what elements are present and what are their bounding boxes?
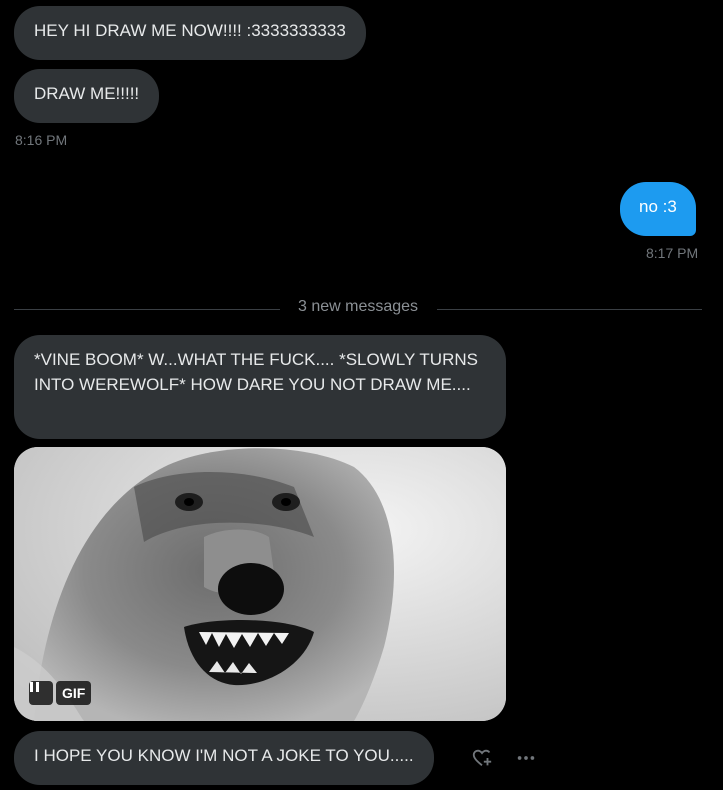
divider-line-right — [437, 309, 702, 310]
gif-media[interactable]: GIF — [14, 447, 506, 721]
incoming-message[interactable]: HEY HI DRAW ME NOW!!!! :3333333333 — [14, 6, 366, 60]
gif-controls: GIF — [29, 681, 92, 705]
heart-plus-icon[interactable] — [468, 744, 496, 772]
incoming-message[interactable]: I HOPE YOU KNOW I'M NOT A JOKE TO YOU...… — [14, 731, 434, 785]
outgoing-message[interactable]: no :3 — [620, 182, 696, 236]
message-timestamp: 8:16 PM — [15, 132, 68, 148]
more-horizontal-icon[interactable] — [512, 744, 540, 772]
pause-icon[interactable] — [29, 681, 53, 705]
new-messages-divider: 3 new messages — [297, 298, 419, 315]
wolf-gif-image — [14, 447, 506, 721]
incoming-message[interactable]: *VINE BOOM* W...WHAT THE FUCK.... *SLOWL… — [14, 335, 506, 439]
message-timestamp: 8:17 PM — [646, 245, 699, 261]
gif-badge: GIF — [56, 681, 92, 705]
incoming-message[interactable]: DRAW ME!!!!! — [14, 69, 160, 123]
